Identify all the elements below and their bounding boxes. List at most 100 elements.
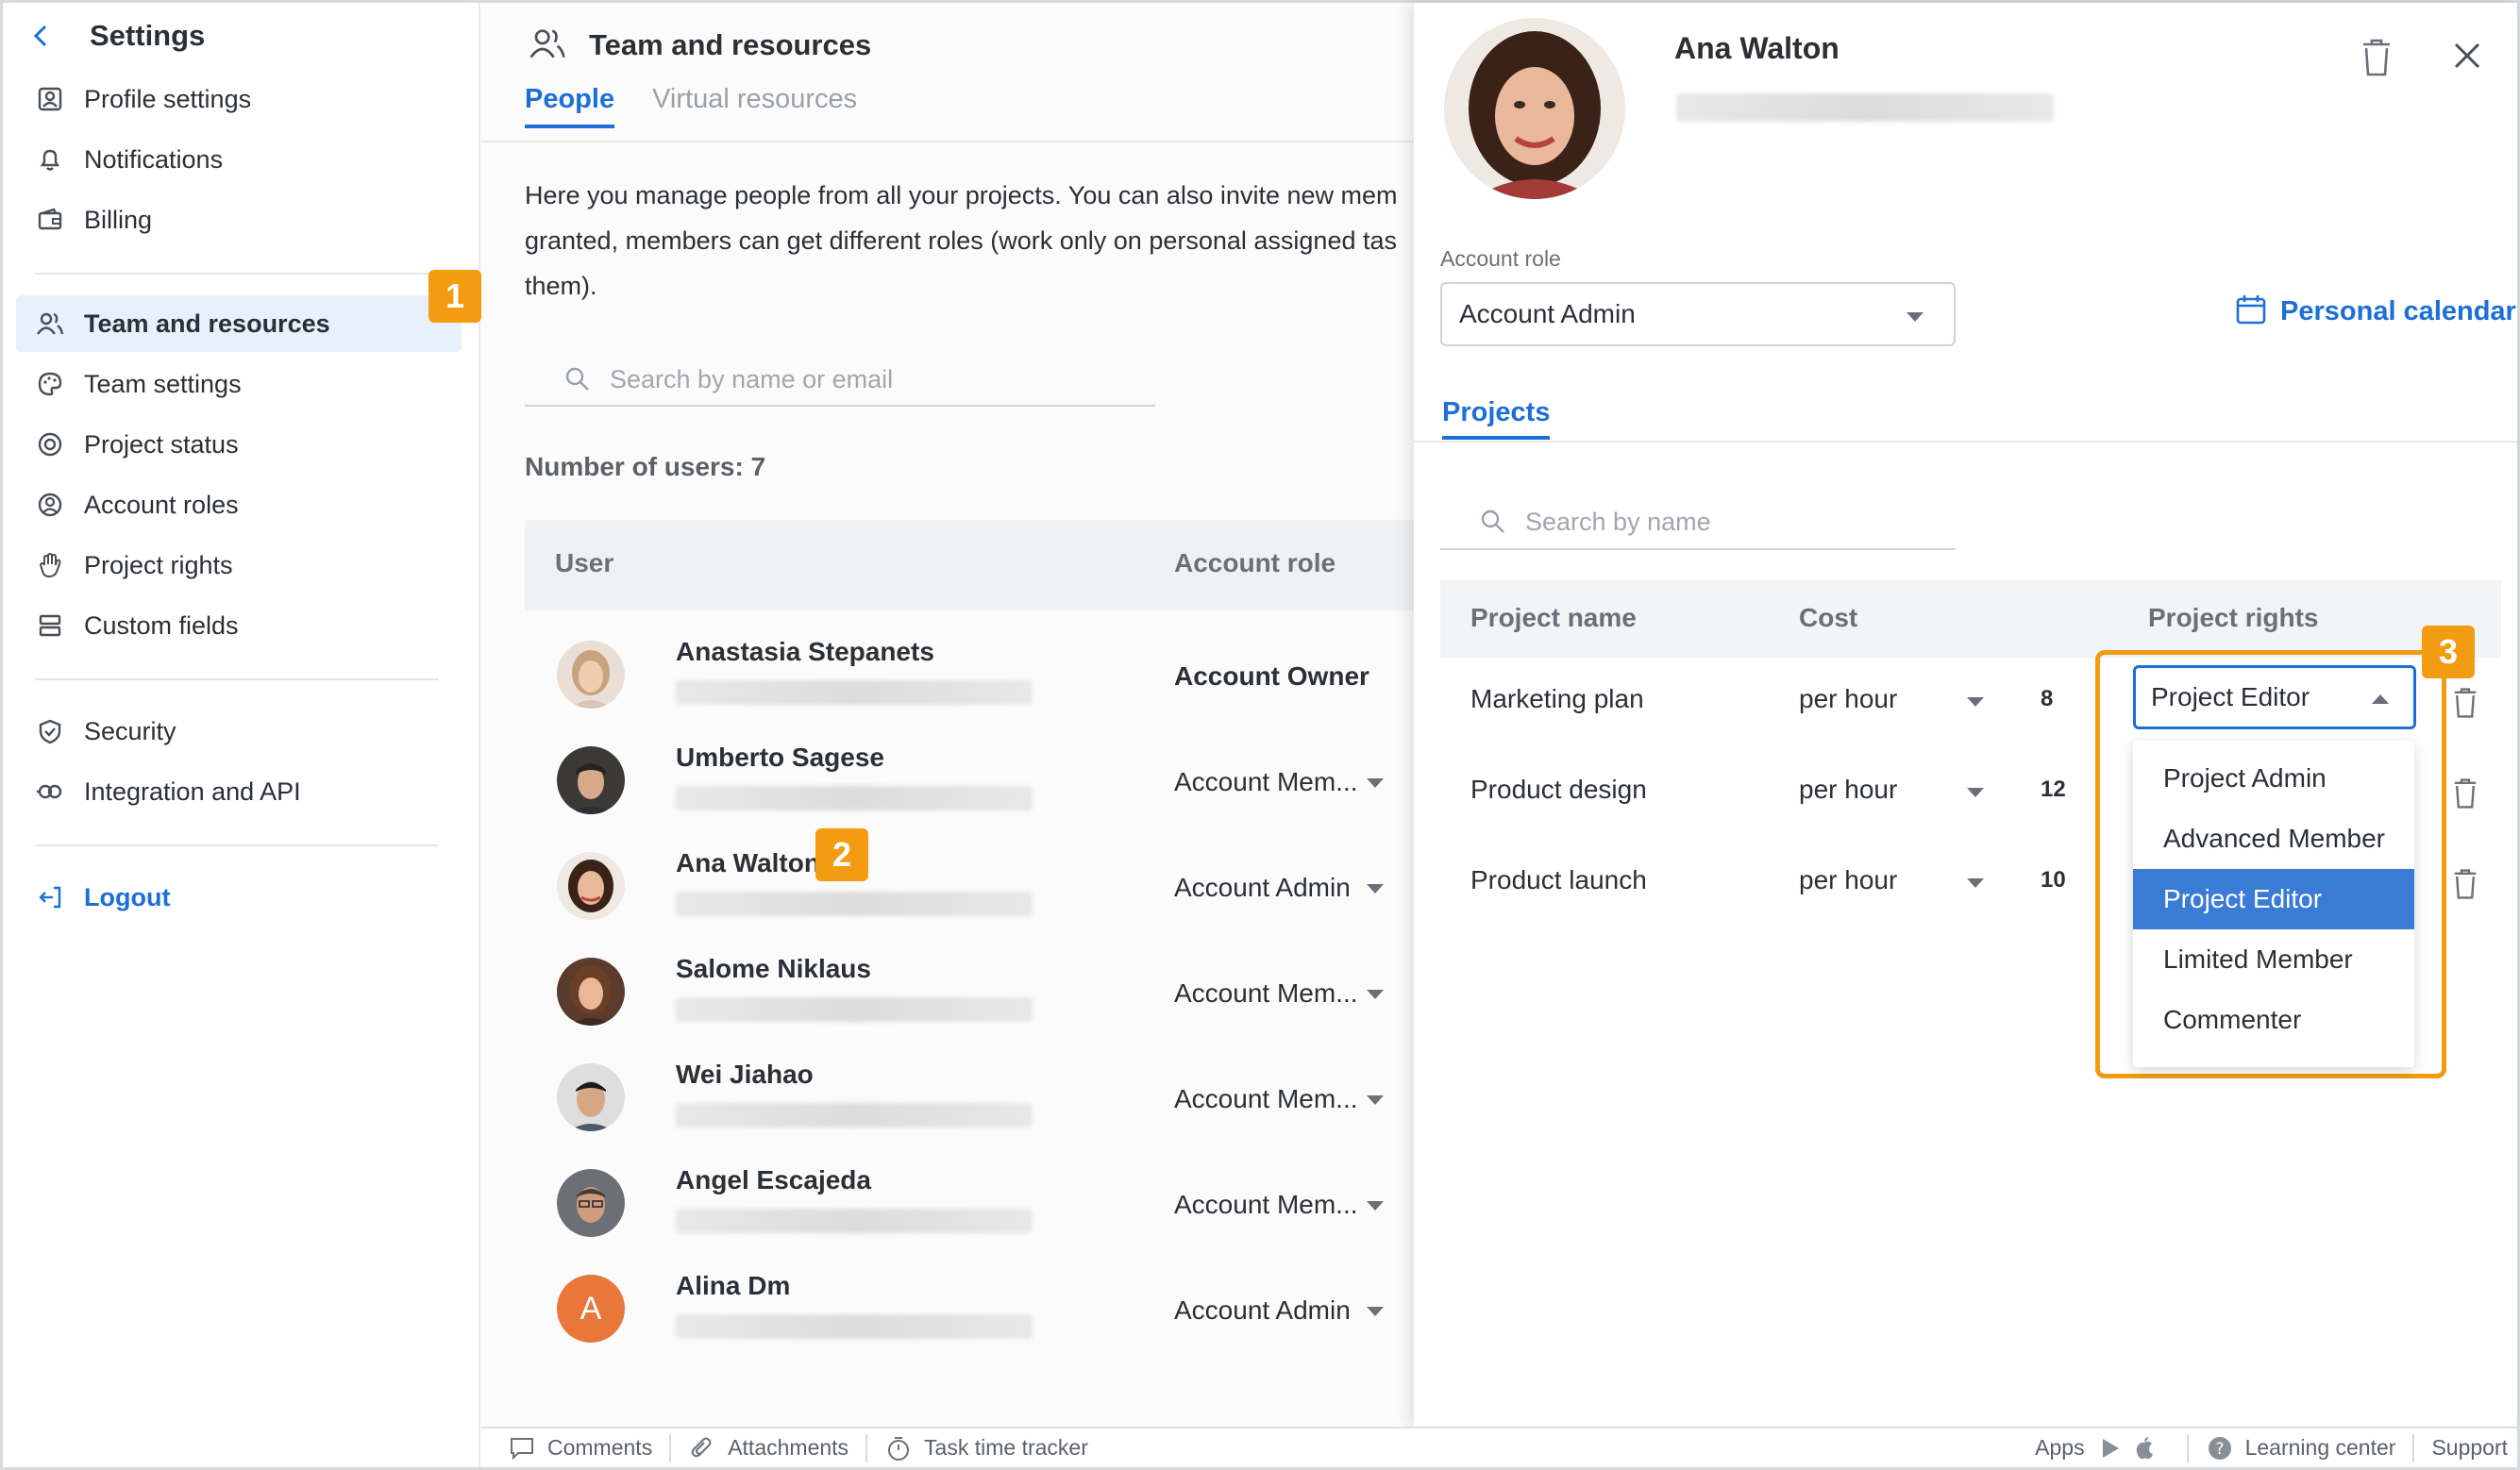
- chevron-down-icon[interactable]: [1367, 1095, 1384, 1105]
- bell-icon: [31, 141, 69, 178]
- tabs-divider: [1414, 441, 2517, 443]
- user-role[interactable]: Account Admin: [1174, 873, 1351, 903]
- table-row[interactable]: Ana Walton Account Admin: [525, 843, 1431, 946]
- sidebar-item-notifications[interactable]: Notifications: [16, 131, 462, 188]
- user-count: Number of users: 7: [525, 452, 766, 481]
- account-role-value: Account Admin: [1459, 299, 1636, 328]
- paperclip-icon: [688, 1434, 716, 1462]
- tab-virtual-resources[interactable]: Virtual resources: [652, 84, 857, 128]
- wallet-icon: [31, 201, 69, 239]
- sidebar-item-project-status[interactable]: Project status: [16, 416, 462, 473]
- sidebar-header: Settings: [22, 12, 205, 59]
- table-row[interactable]: Wei Jiahao Account Mem...: [525, 1054, 1431, 1158]
- close-icon[interactable]: [2448, 37, 2486, 75]
- sidebar-item-profile-settings[interactable]: Profile settings: [16, 71, 462, 127]
- user-detail-panel: Ana Walton Account role Account Admin Pe…: [1414, 3, 2517, 1426]
- chevron-down-icon[interactable]: [1367, 990, 1384, 999]
- learning-center-label: Learning center: [2244, 1435, 2396, 1460]
- option-limited-member[interactable]: Limited Member: [2133, 929, 2414, 990]
- bottom-toolbar: Comments Attachments Task time tracker A…: [481, 1427, 2517, 1467]
- search-input[interactable]: [610, 364, 1138, 394]
- cost-value[interactable]: 8: [2041, 686, 2053, 712]
- sidebar-item-billing[interactable]: Billing: [16, 192, 462, 248]
- sidebar-item-label: Integration and API: [84, 777, 301, 806]
- project-search-input[interactable]: [1525, 507, 1940, 537]
- project-rights-value: Project Editor: [2151, 682, 2310, 711]
- table-row[interactable]: Umberto Sagese Account Mem...: [525, 737, 1431, 841]
- user-email-redacted: [676, 997, 1033, 1022]
- sidebar-item-security[interactable]: Security: [16, 703, 462, 760]
- table-row[interactable]: Angel Escajeda Account Mem...: [525, 1160, 1431, 1263]
- user-name: Wei Jiahao: [676, 1060, 814, 1089]
- integration-icon: [31, 773, 69, 810]
- chevron-down-icon[interactable]: [1367, 1201, 1384, 1211]
- option-project-admin[interactable]: Project Admin: [2133, 748, 2414, 809]
- main-header: Team and resources: [529, 22, 871, 69]
- trash-icon[interactable]: [2358, 37, 2395, 78]
- option-project-editor[interactable]: Project Editor: [2133, 869, 2414, 929]
- apps-button[interactable]: Apps: [2035, 1434, 2169, 1462]
- chevron-down-icon[interactable]: [1967, 878, 1984, 888]
- option-commenter[interactable]: Commenter: [2133, 990, 2414, 1050]
- sidebar-item-team-and-resources[interactable]: Team and resources: [16, 295, 462, 352]
- user-name: Umberto Sagese: [676, 743, 884, 772]
- sidebar-item-label: Project rights: [84, 550, 233, 579]
- task-time-tracker-button[interactable]: Task time tracker: [884, 1434, 1088, 1462]
- tab-people[interactable]: People: [525, 84, 615, 128]
- user-role[interactable]: Account Mem...: [1174, 978, 1358, 1009]
- chevron-down-icon[interactable]: [1367, 1307, 1384, 1316]
- fields-icon: [31, 607, 69, 644]
- cost-type-select[interactable]: per hour: [1799, 684, 1897, 714]
- sidebar-item-integration-and-api[interactable]: Integration and API: [16, 763, 462, 820]
- trash-icon[interactable]: [2450, 777, 2480, 810]
- cost-type-select[interactable]: per hour: [1799, 775, 1897, 805]
- attachments-button[interactable]: Attachments: [688, 1434, 848, 1462]
- step-badge-3: 3: [2422, 626, 2475, 678]
- column-project-rights: Project rights: [2148, 603, 2319, 632]
- support-label: Support: [2431, 1435, 2508, 1460]
- project-name: Product launch: [1470, 865, 1647, 894]
- sidebar-item-label: Security: [84, 716, 176, 745]
- project-name: Product design: [1470, 775, 1647, 804]
- chevron-down-icon[interactable]: [1367, 778, 1384, 788]
- project-rights-dropdown: Project Admin Advanced Member Project Ed…: [2133, 741, 2414, 1067]
- apple-icon[interactable]: [2130, 1434, 2159, 1462]
- sidebar-item-custom-fields[interactable]: Custom fields: [16, 597, 462, 654]
- cost-value[interactable]: 12: [2041, 777, 2066, 803]
- logout-button[interactable]: Logout: [16, 869, 462, 926]
- chevron-down-icon[interactable]: [1367, 884, 1384, 894]
- sidebar-item-account-roles[interactable]: Account roles: [16, 476, 462, 533]
- cost-type-select[interactable]: per hour: [1799, 865, 1897, 895]
- account-roles-icon: [31, 486, 69, 524]
- trash-icon[interactable]: [2450, 867, 2480, 901]
- chevron-down-icon: [1907, 312, 1924, 322]
- chevron-down-icon[interactable]: [1967, 788, 1984, 797]
- avatar: A: [557, 1275, 625, 1343]
- chevron-down-icon[interactable]: [1967, 697, 1984, 707]
- account-role-select[interactable]: Account Admin: [1440, 282, 1956, 346]
- sidebar-item-label: Project status: [84, 429, 239, 459]
- comments-button[interactable]: Comments: [508, 1434, 652, 1462]
- tab-projects[interactable]: Projects: [1442, 397, 1551, 440]
- sidebar-item-project-rights[interactable]: Project rights: [16, 537, 462, 593]
- project-rights-select[interactable]: Project Editor: [2133, 665, 2416, 729]
- option-advanced-member[interactable]: Advanced Member: [2133, 809, 2414, 869]
- user-role[interactable]: Account Mem...: [1174, 767, 1358, 797]
- back-arrow-icon[interactable]: [22, 17, 59, 55]
- step-badge-1: 1: [428, 270, 481, 323]
- cost-value[interactable]: 10: [2041, 867, 2066, 894]
- users-table-header: User Account role: [525, 520, 1431, 610]
- trash-icon[interactable]: [2450, 686, 2480, 720]
- account-role-label: Account role: [1440, 246, 1561, 271]
- play-store-icon[interactable]: [2096, 1434, 2125, 1462]
- user-role[interactable]: Account Admin: [1174, 1295, 1351, 1326]
- table-row[interactable]: A Alina Dm Account Admin: [525, 1265, 1431, 1369]
- support-button[interactable]: Support: [2431, 1435, 2508, 1461]
- user-role[interactable]: Account Mem...: [1174, 1190, 1358, 1220]
- table-row[interactable]: Salome Niklaus Account Mem...: [525, 948, 1431, 1052]
- learning-center-button[interactable]: ? Learning center: [2206, 1434, 2396, 1462]
- sidebar-item-team-settings[interactable]: Team settings: [16, 356, 462, 412]
- personal-calendar-link[interactable]: Personal calendar: [2235, 293, 2516, 330]
- user-role[interactable]: Account Mem...: [1174, 1084, 1358, 1114]
- table-row[interactable]: Anastasia Stepanets Account Owner: [525, 631, 1431, 735]
